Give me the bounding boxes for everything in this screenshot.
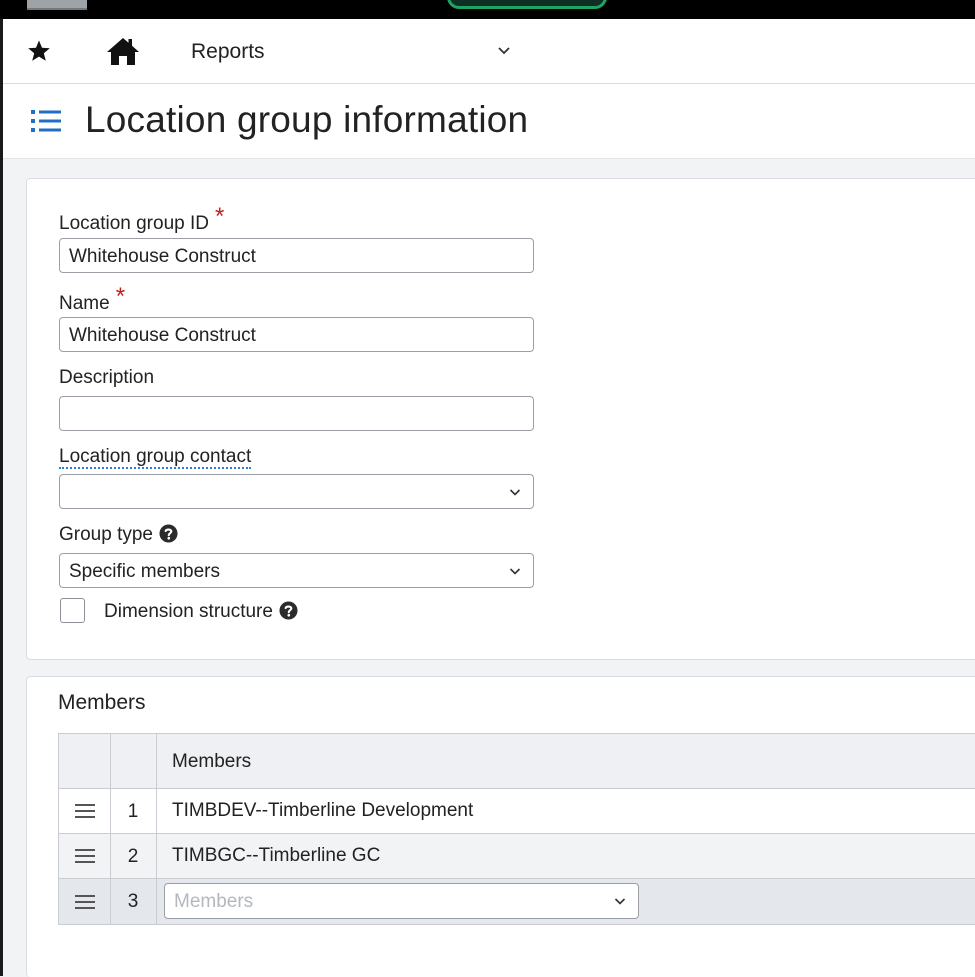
top-bar-tab xyxy=(27,0,87,10)
group-type-value: Specific members xyxy=(69,561,220,582)
name-value: Whitehouse Construct xyxy=(69,325,256,346)
chevron-down-icon xyxy=(614,898,626,905)
group-type-select[interactable]: Specific members xyxy=(59,553,534,588)
row-number-text: 1 xyxy=(127,801,139,822)
location-group-id-value: Whitehouse Construct xyxy=(69,246,256,267)
home-icon[interactable] xyxy=(105,36,141,66)
member-value: TIMBGC--Timberline GC xyxy=(172,845,381,866)
name-label: Name * xyxy=(59,283,125,316)
dimension-structure-checkbox[interactable] xyxy=(60,598,85,623)
row-number: 2 xyxy=(110,834,157,878)
row-number: 3 xyxy=(110,879,157,924)
star-icon[interactable] xyxy=(27,39,51,63)
description-input[interactable] xyxy=(59,396,534,431)
drag-handle-cell[interactable] xyxy=(59,834,111,878)
drag-handle-cell[interactable] xyxy=(59,879,111,924)
name-input[interactable]: Whitehouse Construct xyxy=(59,317,534,352)
location-group-contact-label-text[interactable]: Location group contact xyxy=(59,446,252,469)
location-group-id-input[interactable]: Whitehouse Construct xyxy=(59,238,534,273)
location-group-contact-label[interactable]: Location group contact xyxy=(59,446,252,469)
members-grid-header: Members xyxy=(58,733,975,789)
location-group-id-label-text: Location group ID xyxy=(59,213,209,234)
chevron-down-icon[interactable] xyxy=(497,46,511,56)
member-select[interactable]: Members xyxy=(164,883,639,919)
dimension-structure-label: Dimension structure xyxy=(104,601,298,623)
list-icon[interactable] xyxy=(30,108,62,134)
table-row[interactable]: 3 Members xyxy=(58,879,975,925)
members-column-header[interactable]: Members xyxy=(156,734,975,788)
member-select-placeholder: Members xyxy=(174,891,254,912)
header-handle-cell xyxy=(59,734,111,788)
members-column-header-label: Members xyxy=(172,751,252,772)
required-indicator: * xyxy=(215,203,225,230)
page-header: Location group information xyxy=(3,84,975,159)
location-group-contact-select[interactable] xyxy=(59,474,534,509)
chevron-down-icon xyxy=(509,568,521,575)
reports-menu[interactable]: Reports xyxy=(191,40,265,64)
name-label-text: Name xyxy=(59,293,110,314)
chevron-down-icon xyxy=(509,489,521,496)
top-bar-pill xyxy=(447,0,607,9)
member-cell[interactable]: Members xyxy=(156,879,975,924)
drag-handle-cell[interactable] xyxy=(59,789,111,833)
drag-handle-icon[interactable] xyxy=(75,893,95,911)
dimension-structure-label-text: Dimension structure xyxy=(104,601,273,622)
left-edge xyxy=(0,19,3,976)
page-title: Location group information xyxy=(85,99,529,140)
required-indicator: * xyxy=(115,283,126,310)
members-section-title: Members xyxy=(58,691,146,714)
description-label: Description xyxy=(59,367,155,388)
location-group-id-label: Location group ID * xyxy=(59,203,224,236)
row-number-text: 3 xyxy=(127,891,139,912)
question-circle-icon[interactable] xyxy=(159,524,178,543)
row-number-text: 2 xyxy=(127,846,139,867)
table-row[interactable]: 1 TIMBDEV--Timberline Development xyxy=(58,789,975,834)
group-type-label-text: Group type xyxy=(59,524,153,545)
question-circle-icon[interactable] xyxy=(279,601,298,620)
header-number-cell xyxy=(110,734,157,788)
browser-top-bar xyxy=(0,0,975,19)
member-cell[interactable]: TIMBGC--Timberline GC xyxy=(156,834,975,878)
group-type-label: Group type xyxy=(59,524,178,546)
table-row[interactable]: 2 TIMBGC--Timberline GC xyxy=(58,834,975,879)
drag-handle-icon[interactable] xyxy=(75,847,95,865)
member-value: TIMBDEV--Timberline Development xyxy=(172,800,474,821)
row-number: 1 xyxy=(110,789,157,833)
member-cell[interactable]: TIMBDEV--Timberline Development xyxy=(156,789,975,833)
top-navigation: Reports xyxy=(3,19,975,84)
drag-handle-icon[interactable] xyxy=(75,802,95,820)
